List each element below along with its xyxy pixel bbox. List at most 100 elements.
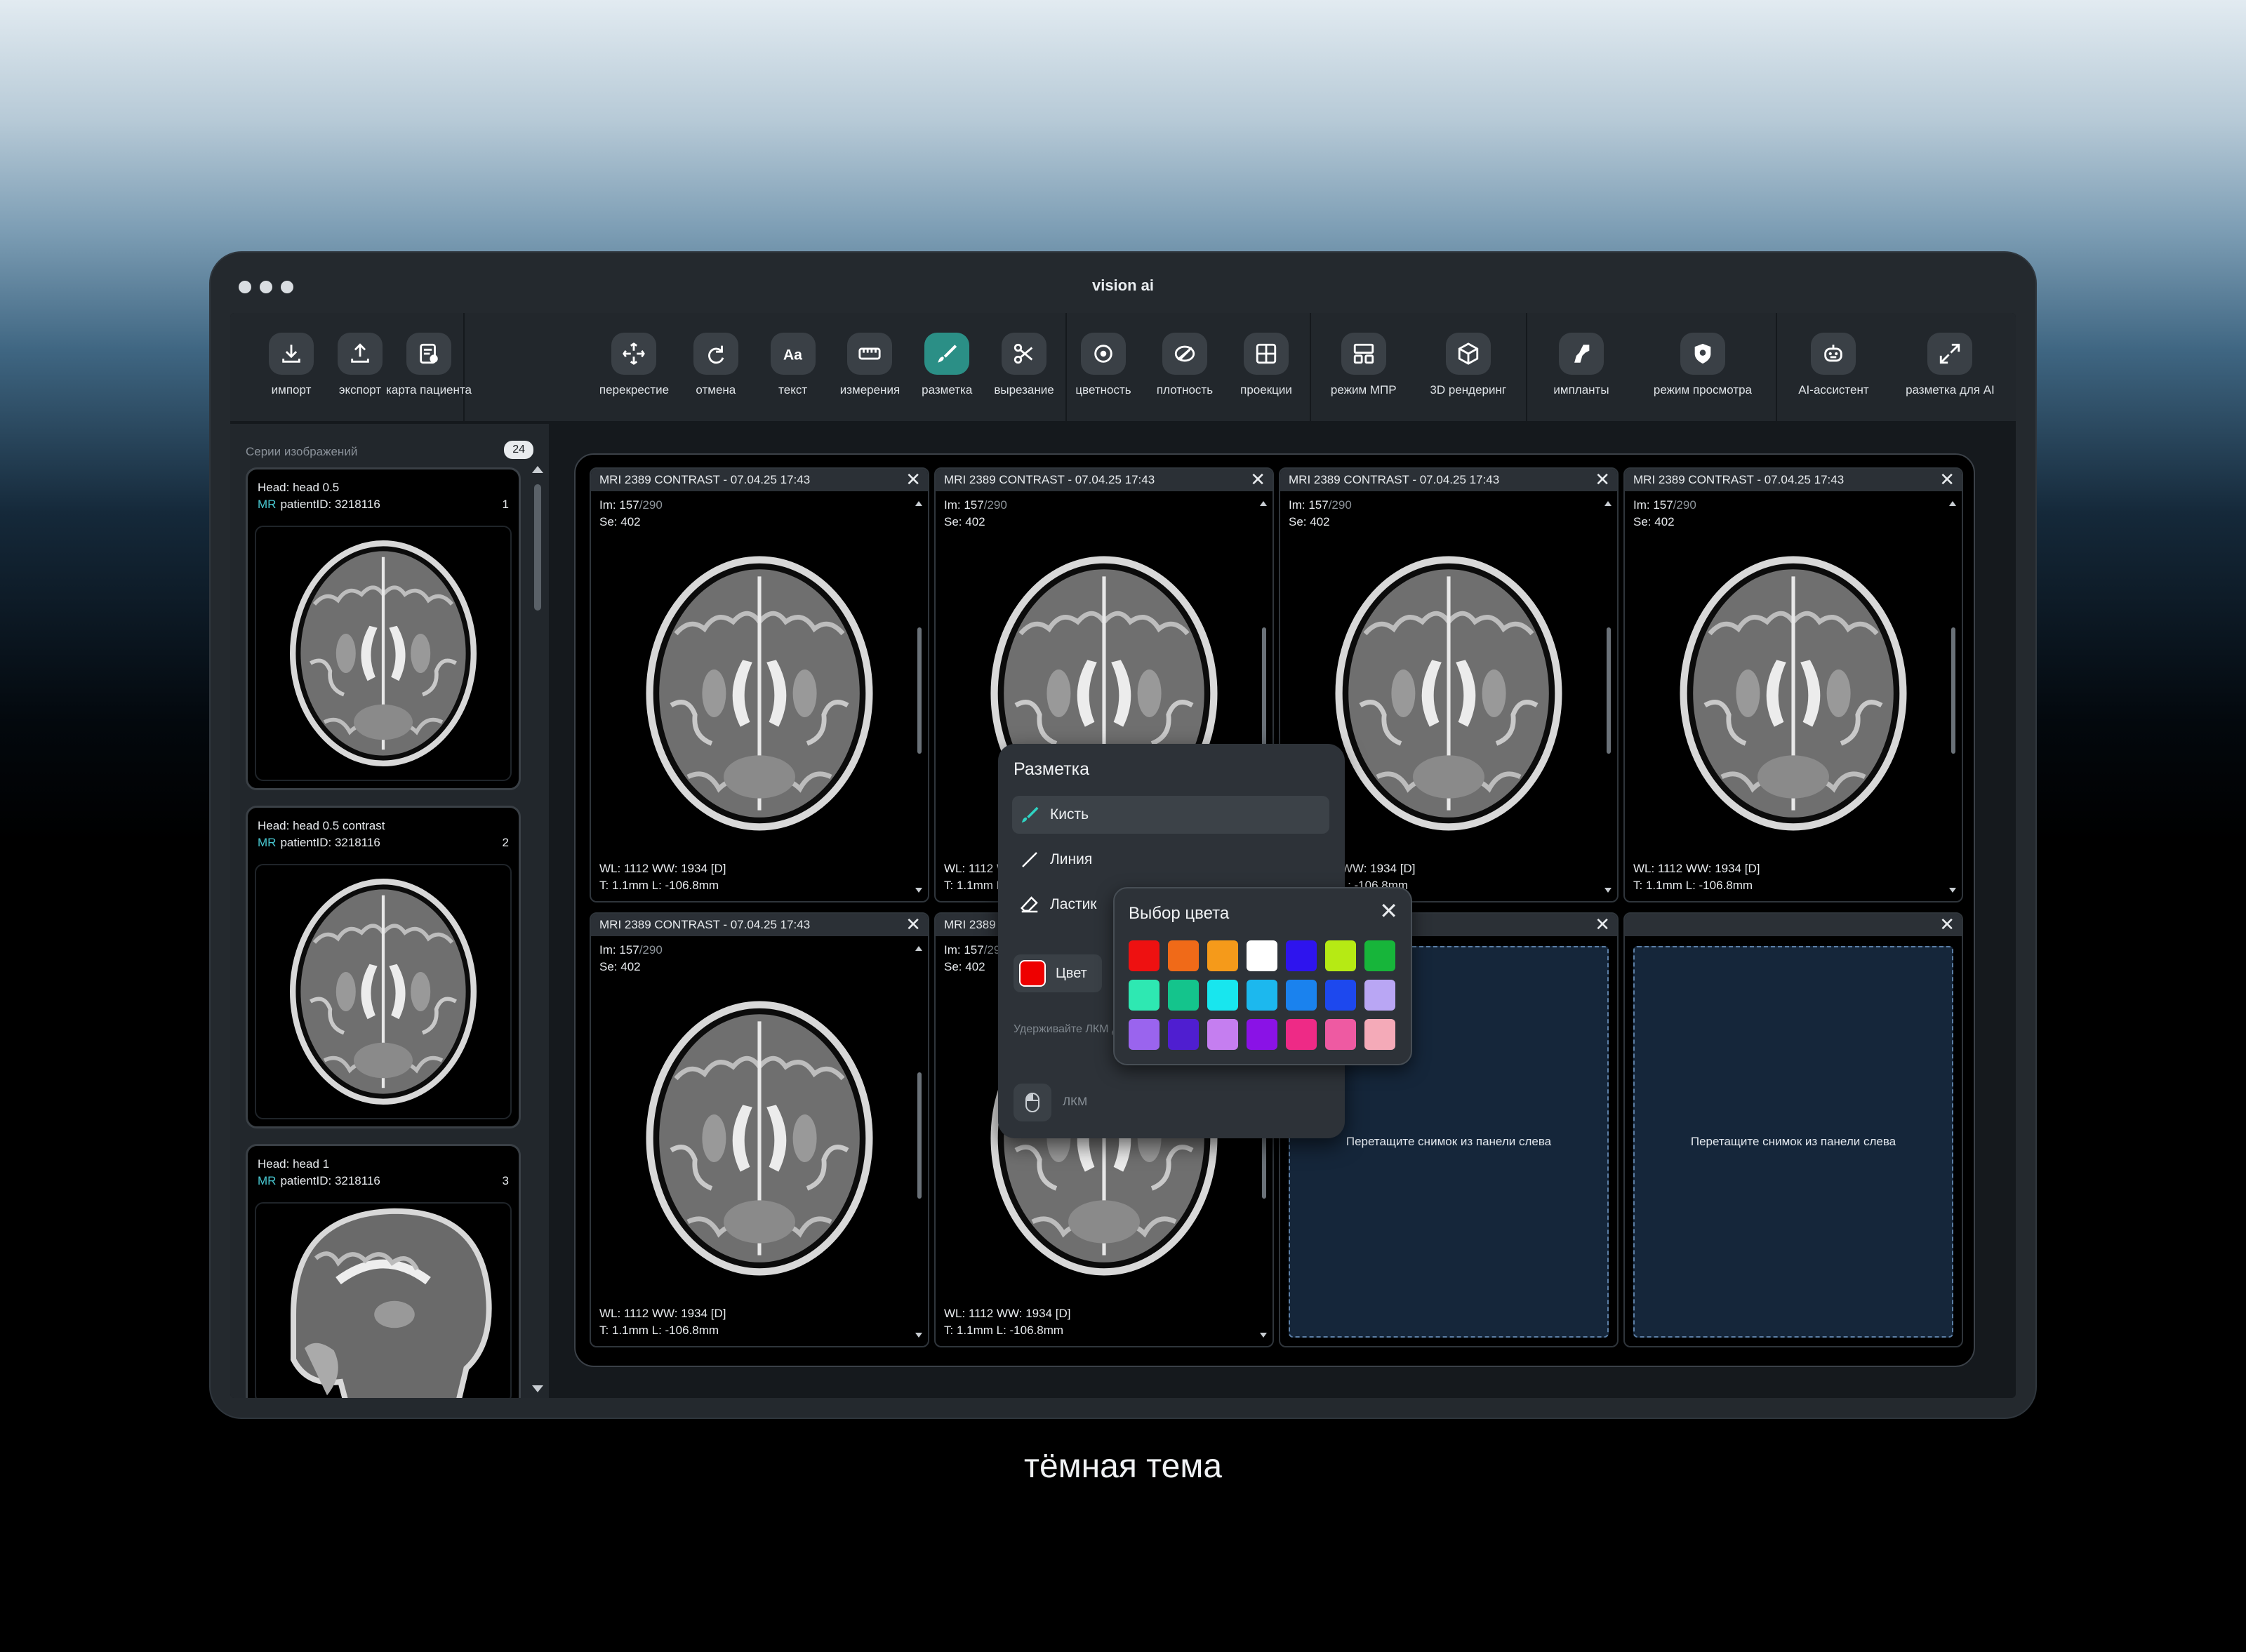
viewport-title: MRI 2389 CONTRAST - 07.04.25 17:43	[599, 918, 811, 931]
drop-zone[interactable]: Перетащите снимок из панели слева	[1633, 946, 1953, 1338]
tool-brush-button[interactable]: разметка	[917, 313, 977, 421]
color-swatch[interactable]	[1207, 940, 1238, 971]
image-viewport[interactable]: MRI 2389 CONTRAST - 07.04.25 17:43 ✕ Im: 1…	[590, 912, 929, 1347]
viewport-scroll-thumb[interactable]	[1262, 627, 1266, 754]
color-swatch[interactable]	[1168, 1019, 1199, 1050]
scroll-up-icon[interactable]	[1949, 501, 1956, 506]
window-level: WL: 1112 WW: 1934 [D]	[944, 1307, 1071, 1320]
markup-tool-brush[interactable]: Кисть	[1012, 796, 1329, 834]
color-swatch[interactable]	[1129, 940, 1159, 971]
scroll-down-arrow-icon[interactable]	[532, 1385, 543, 1392]
tool-ruler-button[interactable]: измерения	[839, 313, 900, 421]
scroll-down-icon[interactable]	[1604, 888, 1612, 893]
color-swatch[interactable]	[1129, 1019, 1159, 1050]
color-swatch[interactable]	[1286, 1019, 1317, 1050]
close-icon[interactable]: ✕	[1939, 470, 1955, 488]
mri-image	[640, 991, 879, 1286]
ruler-icon	[847, 333, 893, 375]
series-card[interactable]: Head: head 0.5 contrast MR patientID: 3218…	[246, 806, 521, 1128]
close-icon[interactable]: ✕	[1379, 900, 1398, 922]
color-swatch[interactable]	[1168, 980, 1199, 1011]
series-card[interactable]: Head: head 1 MR patientID: 3218116 3	[246, 1144, 521, 1398]
tool-implant-button[interactable]: импланты	[1551, 313, 1612, 421]
patient-card-icon	[406, 333, 451, 375]
series-name: Head: head 1	[258, 1157, 330, 1171]
scroll-down-icon[interactable]	[1949, 888, 1956, 893]
tool-view-mode-button[interactable]: режим просмотра	[1654, 313, 1752, 421]
tool-density-button[interactable]: плотность	[1155, 313, 1215, 421]
color-swatch[interactable]	[1325, 980, 1356, 1011]
close-icon[interactable]: ✕	[1250, 470, 1265, 488]
series-card[interactable]: Head: head 0.5 MR patientID: 3218116 1	[246, 467, 521, 790]
color-swatch[interactable]	[1286, 940, 1317, 971]
scroll-up-arrow-icon[interactable]	[532, 466, 543, 473]
scroll-down-icon[interactable]	[1260, 1333, 1267, 1338]
color-swatch[interactable]	[1364, 940, 1395, 971]
tool-color-button[interactable]: цветность	[1073, 313, 1134, 421]
viewport-scrollbar[interactable]	[1604, 501, 1612, 893]
markup-tool-label: Кисть	[1050, 806, 1089, 822]
toolbar-group-1: импорт экспорт карта пациента	[254, 313, 472, 421]
scroll-up-icon[interactable]	[915, 501, 922, 506]
color-swatch[interactable]	[1168, 940, 1199, 971]
tool-label: измерения	[839, 383, 901, 397]
viewport-header: MRI 2389 CONTRAST - 07.04.25 17:43 ✕	[1625, 469, 1962, 491]
tool-robot-button[interactable]: AI-ассистент	[1798, 313, 1869, 421]
tool-crosshair-button[interactable]: перекрестие	[599, 313, 669, 421]
close-icon[interactable]: ✕	[1595, 470, 1610, 488]
tool-grid-button[interactable]: проекции	[1236, 313, 1296, 421]
close-icon[interactable]: ✕	[905, 470, 921, 488]
close-icon[interactable]: ✕	[1939, 915, 1955, 933]
color-swatch[interactable]	[1325, 1019, 1356, 1050]
image-viewport[interactable]: MRI 2389 CONTRAST - 07.04.25 17:43 ✕ Im: 1…	[590, 467, 929, 902]
image-index: Im: 157/290	[944, 498, 1007, 512]
tool-upload-button[interactable]: экспорт	[330, 313, 390, 421]
page-caption: тёмная тема	[1023, 1448, 1223, 1485]
color-swatch[interactable]	[1247, 940, 1277, 971]
empty-viewport[interactable]: ✕ Перетащите снимок из панели слева	[1623, 912, 1963, 1347]
scroll-down-icon[interactable]	[915, 1333, 922, 1338]
color-swatch[interactable]	[1247, 1019, 1277, 1050]
markup-tool-line[interactable]: Линия	[1012, 841, 1329, 879]
crosshair-icon	[611, 333, 657, 375]
tool-text-button[interactable]: Aa текст	[763, 313, 823, 421]
viewport-scrollbar[interactable]	[915, 946, 922, 1338]
window-level: WL: 1112 WW: 1934 [D]	[599, 862, 726, 875]
color-swatch[interactable]	[1247, 980, 1277, 1011]
color-swatch[interactable]	[1207, 1019, 1238, 1050]
viewport-title: MRI 2389 CONTRAST - 07.04.25 17:43	[1289, 473, 1500, 486]
color-swatch[interactable]	[1364, 1019, 1395, 1050]
tool-label: 3D рендеринг	[1430, 383, 1507, 397]
tool-cube-button[interactable]: 3D рендеринг	[1430, 313, 1506, 421]
color-swatch[interactable]	[1129, 980, 1159, 1011]
series-label: Se: 402	[944, 960, 985, 973]
scroll-up-icon[interactable]	[915, 946, 922, 951]
scroll-thumb[interactable]	[534, 484, 541, 611]
close-icon[interactable]: ✕	[905, 915, 921, 933]
series-scrollbar[interactable]	[532, 466, 543, 1392]
viewport-scrollbar[interactable]	[1949, 501, 1956, 893]
scroll-up-icon[interactable]	[1260, 501, 1267, 506]
image-viewport[interactable]: MRI 2389 CONTRAST - 07.04.25 17:43 ✕ Im: 1…	[1623, 467, 1963, 902]
tool-scissors-button[interactable]: вырезание	[994, 313, 1054, 421]
color-swatch[interactable]	[1207, 980, 1238, 1011]
scroll-up-icon[interactable]	[1604, 501, 1612, 506]
color-swatch[interactable]	[1364, 980, 1395, 1011]
tool-download-button[interactable]: импорт	[261, 313, 321, 421]
density-icon	[1162, 333, 1207, 375]
color-palette	[1129, 940, 1395, 1050]
viewport-scroll-thumb[interactable]	[917, 627, 922, 754]
close-icon[interactable]: ✕	[1595, 915, 1610, 933]
tool-patient-card-button[interactable]: карта пациента	[386, 313, 472, 421]
viewport-scroll-thumb[interactable]	[917, 1072, 922, 1199]
viewport-scroll-thumb[interactable]	[1607, 627, 1611, 754]
color-swatch[interactable]	[1286, 980, 1317, 1011]
color-swatch[interactable]	[1325, 940, 1356, 971]
tool-redo-button[interactable]: отмена	[686, 313, 746, 421]
tool-mpr-layout-button[interactable]: режим МПР	[1331, 313, 1397, 421]
viewport-scrollbar[interactable]	[915, 501, 922, 893]
viewport-scroll-thumb[interactable]	[1951, 627, 1955, 754]
scroll-down-icon[interactable]	[915, 888, 922, 893]
color-button[interactable]: Цвет	[1014, 954, 1102, 992]
tool-expand-button[interactable]: разметка для AI	[1906, 313, 1995, 421]
